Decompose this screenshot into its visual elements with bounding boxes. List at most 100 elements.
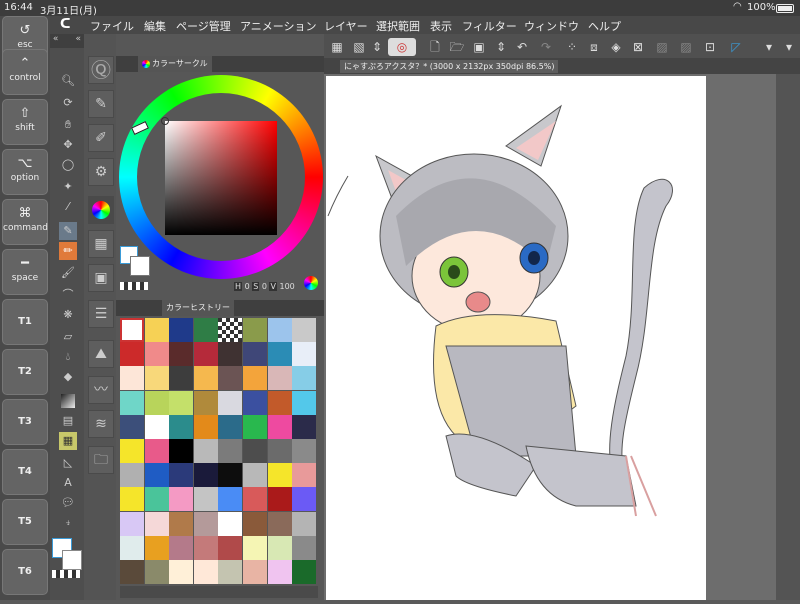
menu-filter[interactable]: フィルター <box>462 18 517 34</box>
disabled-icon-1[interactable]: ▨ <box>652 38 672 56</box>
blend-tool-icon[interactable]: 💧︎ <box>59 348 77 366</box>
color-swatch[interactable] <box>218 487 243 512</box>
color-swatch[interactable] <box>267 342 292 367</box>
color-swatch[interactable] <box>292 487 317 512</box>
t1-key[interactable]: T1 <box>2 299 48 345</box>
ruler-tool-icon[interactable]: ◺ <box>59 454 77 472</box>
color-swatch[interactable] <box>243 560 267 584</box>
text-tool-icon[interactable]: A <box>59 474 77 492</box>
move-tool-icon[interactable]: ✥ <box>59 136 77 154</box>
sub-color-swatch[interactable] <box>62 550 82 570</box>
color-swatch[interactable] <box>169 487 194 512</box>
transform-icon[interactable]: ⧈ <box>584 38 604 56</box>
color-swatch[interactable] <box>144 463 169 488</box>
lasso-tool-icon[interactable]: ◯ <box>59 156 77 174</box>
color-swatch[interactable] <box>193 318 218 342</box>
menu-help[interactable]: ヘルプ <box>588 18 621 34</box>
undo-icon[interactable]: ↶ <box>512 38 532 56</box>
color-swatch[interactable] <box>169 342 194 367</box>
color-swatch[interactable] <box>120 487 144 512</box>
color-swatch[interactable] <box>169 463 194 488</box>
color-swatch[interactable] <box>292 366 317 391</box>
snap-icon[interactable]: ⊡ <box>700 38 720 56</box>
toolbar-collapse-icon[interactable]: ▾ <box>780 38 798 56</box>
color-swatch[interactable] <box>218 342 243 367</box>
t3-key[interactable]: T3 <box>2 399 48 445</box>
color-set-tab-icon[interactable]: ▦ <box>88 230 114 258</box>
color-swatch[interactable] <box>267 439 292 463</box>
color-swatch[interactable] <box>292 439 317 463</box>
image-icon[interactable]: ▧ <box>350 38 368 56</box>
color-swatch[interactable] <box>169 535 194 560</box>
color-swatch[interactable] <box>120 439 144 463</box>
hand-tool-icon[interactable]: ✋︎ <box>59 116 77 134</box>
color-swatch[interactable] <box>193 390 218 415</box>
transparent-color-icon[interactable] <box>52 570 80 578</box>
toolbar-menu-icon[interactable]: ▾ <box>760 38 778 56</box>
color-swatch[interactable] <box>144 342 169 367</box>
menu-window[interactable]: ウィンドウ <box>524 18 579 34</box>
color-swatch[interactable] <box>218 511 243 536</box>
color-swatch[interactable] <box>169 390 194 415</box>
select-icon[interactable]: ⁘ <box>562 38 582 56</box>
color-swatch[interactable] <box>267 487 292 512</box>
color-swatch[interactable] <box>243 535 267 560</box>
layer-icon[interactable]: ≋ <box>88 410 114 438</box>
menu-edit[interactable]: 編集 <box>144 18 166 34</box>
balloon-tool-icon[interactable]: 💬︎ <box>59 494 77 512</box>
color-swatch[interactable] <box>144 318 169 342</box>
color-swatch[interactable] <box>169 414 194 439</box>
decoration-tool-icon[interactable]: ❋ <box>59 306 77 324</box>
color-swatch[interactable] <box>120 390 144 415</box>
color-swatch[interactable] <box>193 463 218 488</box>
menu-layer[interactable]: レイヤー <box>324 18 368 34</box>
brush-tool-icon[interactable]: 🖌︎ <box>59 264 77 282</box>
color-swatch[interactable] <box>218 318 243 342</box>
color-swatch[interactable] <box>267 366 292 391</box>
color-swatch[interactable] <box>169 366 194 391</box>
color-swatch[interactable] <box>267 390 292 415</box>
color-swatch[interactable] <box>267 318 292 342</box>
frame-tool-icon[interactable]: ▦ <box>59 432 77 450</box>
color-swatch[interactable] <box>292 463 317 488</box>
color-swatch[interactable] <box>267 560 292 584</box>
color-swatch[interactable] <box>120 511 144 536</box>
zoom-tool-icon[interactable]: 🔍︎ <box>59 72 77 90</box>
t6-key[interactable]: T6 <box>2 549 48 595</box>
color-swatch[interactable] <box>144 366 169 391</box>
color-swatch[interactable] <box>292 390 317 415</box>
panel-sub-color[interactable] <box>130 256 150 276</box>
color-wheel-tab-icon[interactable] <box>88 196 114 224</box>
color-swatch[interactable] <box>292 535 317 560</box>
save-icon[interactable]: ▣ <box>470 38 488 56</box>
color-swatch[interactable] <box>193 439 218 463</box>
gradient-tool-icon[interactable] <box>59 392 77 410</box>
color-swatch[interactable] <box>267 414 292 439</box>
subtool-pencil-icon[interactable]: ✐ <box>88 124 114 152</box>
color-swatch[interactable] <box>144 439 169 463</box>
color-swatch[interactable] <box>243 463 267 488</box>
up-down-icon[interactable]: ⇕ <box>370 38 384 56</box>
canvas-paper[interactable] <box>326 76 706 600</box>
navigator-icon[interactable]: 〰 <box>88 376 114 404</box>
color-swatch[interactable] <box>218 463 243 488</box>
vertical-scrollbar[interactable] <box>776 74 800 600</box>
color-swatch[interactable] <box>218 366 243 391</box>
color-swatch[interactable] <box>243 318 267 342</box>
correct-line-tool-icon[interactable]: ⍖ <box>59 514 77 532</box>
clear-icon[interactable]: ⊠ <box>628 38 648 56</box>
command-key[interactable]: ⌘ command <box>2 199 48 245</box>
t2-key[interactable]: T2 <box>2 349 48 395</box>
eraser-tool-icon[interactable]: ▱ <box>59 328 77 346</box>
menu-page[interactable]: ページ管理 <box>176 18 231 34</box>
tab-color-history[interactable]: カラーヒストリー <box>162 300 234 316</box>
layer-property-icon[interactable]: ☰ <box>88 300 114 328</box>
pencil-tool-icon[interactable]: ✏︎ <box>59 242 77 260</box>
color-swatch[interactable] <box>292 318 317 342</box>
color-swatch[interactable] <box>218 390 243 415</box>
saturation-value-square[interactable] <box>165 121 277 235</box>
color-swatch[interactable] <box>243 414 267 439</box>
control-key[interactable]: ⌃ control <box>2 49 48 95</box>
color-swatch[interactable] <box>267 511 292 536</box>
color-swatch[interactable] <box>144 390 169 415</box>
